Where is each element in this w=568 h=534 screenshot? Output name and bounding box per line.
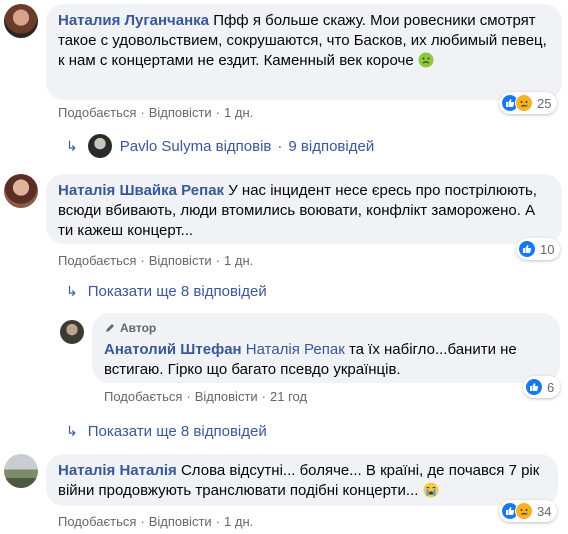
like-icon — [525, 378, 543, 396]
pen-icon — [106, 324, 114, 332]
timestamp[interactable]: 21 год — [270, 389, 307, 404]
separator: · — [277, 137, 283, 155]
timestamp[interactable]: 1 дн. — [224, 253, 253, 268]
reaction-summary[interactable]: 34 — [499, 500, 558, 522]
like-link[interactable]: Подобається — [58, 514, 136, 529]
avatar — [87, 134, 112, 158]
reaction-count: 25 — [537, 95, 552, 111]
show-more-label: Показати ще 8 відповідей — [87, 423, 267, 440]
comment-actions: Подобається · Відповісти · 1 дн. — [58, 514, 254, 529]
like-icon — [518, 240, 536, 258]
comment-author[interactable]: Наталия Луганчанка — [58, 12, 209, 29]
show-more-label: Показати ще 8 відповідей — [87, 283, 267, 300]
reply-arrow-icon: ↳ — [66, 137, 78, 154]
reaction-summary[interactable]: 10 — [516, 238, 561, 260]
author-badge: Автор — [104, 318, 548, 338]
like-link[interactable]: Подобається — [58, 253, 136, 268]
comment-actions: Подобається · Відповісти · 1 дн. — [58, 105, 254, 120]
avatar[interactable] — [4, 174, 38, 208]
show-more-replies-link[interactable]: ↳ Показати ще 8 відповідей — [66, 283, 267, 300]
reply-thread-author: Pavlo Sulyma відповів — [119, 137, 272, 155]
reaction-count: 6 — [547, 379, 555, 395]
sad-icon — [515, 94, 533, 112]
avatar[interactable] — [4, 4, 38, 38]
avatar[interactable] — [60, 320, 84, 344]
comment-actions: Подобається · Відповісти · 1 дн. — [58, 253, 254, 268]
reply-link[interactable]: Відповісти — [149, 253, 212, 268]
sad-icon — [515, 502, 533, 520]
comment-author[interactable]: Наталія Наталія — [58, 462, 177, 479]
like-link[interactable]: Подобається — [104, 389, 182, 404]
reaction-summary[interactable]: 25 — [499, 92, 558, 114]
avatar[interactable] — [4, 454, 38, 488]
comment-author[interactable]: Анатолий Штефан — [104, 341, 242, 358]
reply-link[interactable]: Відповісти — [149, 105, 212, 120]
show-more-replies-link[interactable]: ↳ Показати ще 8 відповідей — [66, 423, 267, 440]
reply-link[interactable]: Відповісти — [195, 389, 258, 404]
comment-mention[interactable]: Наталія Репак — [246, 341, 345, 358]
reply-arrow-icon: ↳ — [66, 423, 78, 439]
timestamp[interactable]: 1 дн. — [224, 105, 253, 120]
nauseated-face-emoji — [418, 52, 434, 68]
comment-author[interactable]: Наталія Швайка Репак — [58, 182, 224, 199]
comment-bubble: Наталия Луганчанка Пфф я больше скажу. М… — [46, 4, 562, 100]
comment-bubble: Автор Анатолий Штефан Наталія Репак та ї… — [92, 313, 560, 383]
view-replies-link[interactable]: ↳ Pavlo Sulyma відповів · 9 відповідей — [66, 134, 374, 158]
comment-actions: Подобається · Відповісти · 21 год — [104, 389, 308, 404]
crying-face-emoji — [423, 482, 439, 498]
author-badge-label: Автор — [120, 321, 157, 335]
reply-thread-count: 9 відповідей — [288, 137, 375, 155]
timestamp[interactable]: 1 дн. — [224, 514, 253, 529]
reply-arrow-icon: ↳ — [66, 283, 78, 299]
comment-bubble: Наталія Швайка Репак У нас інцидент несе… — [46, 174, 562, 244]
reaction-summary[interactable]: 6 — [523, 376, 561, 398]
reaction-count: 34 — [537, 503, 552, 519]
like-link[interactable]: Подобається — [58, 105, 136, 120]
reaction-count: 10 — [540, 241, 555, 257]
reply-link[interactable]: Відповісти — [149, 514, 212, 529]
comment-bubble: Наталія Наталія Слова відсутні... боляче… — [46, 454, 558, 506]
